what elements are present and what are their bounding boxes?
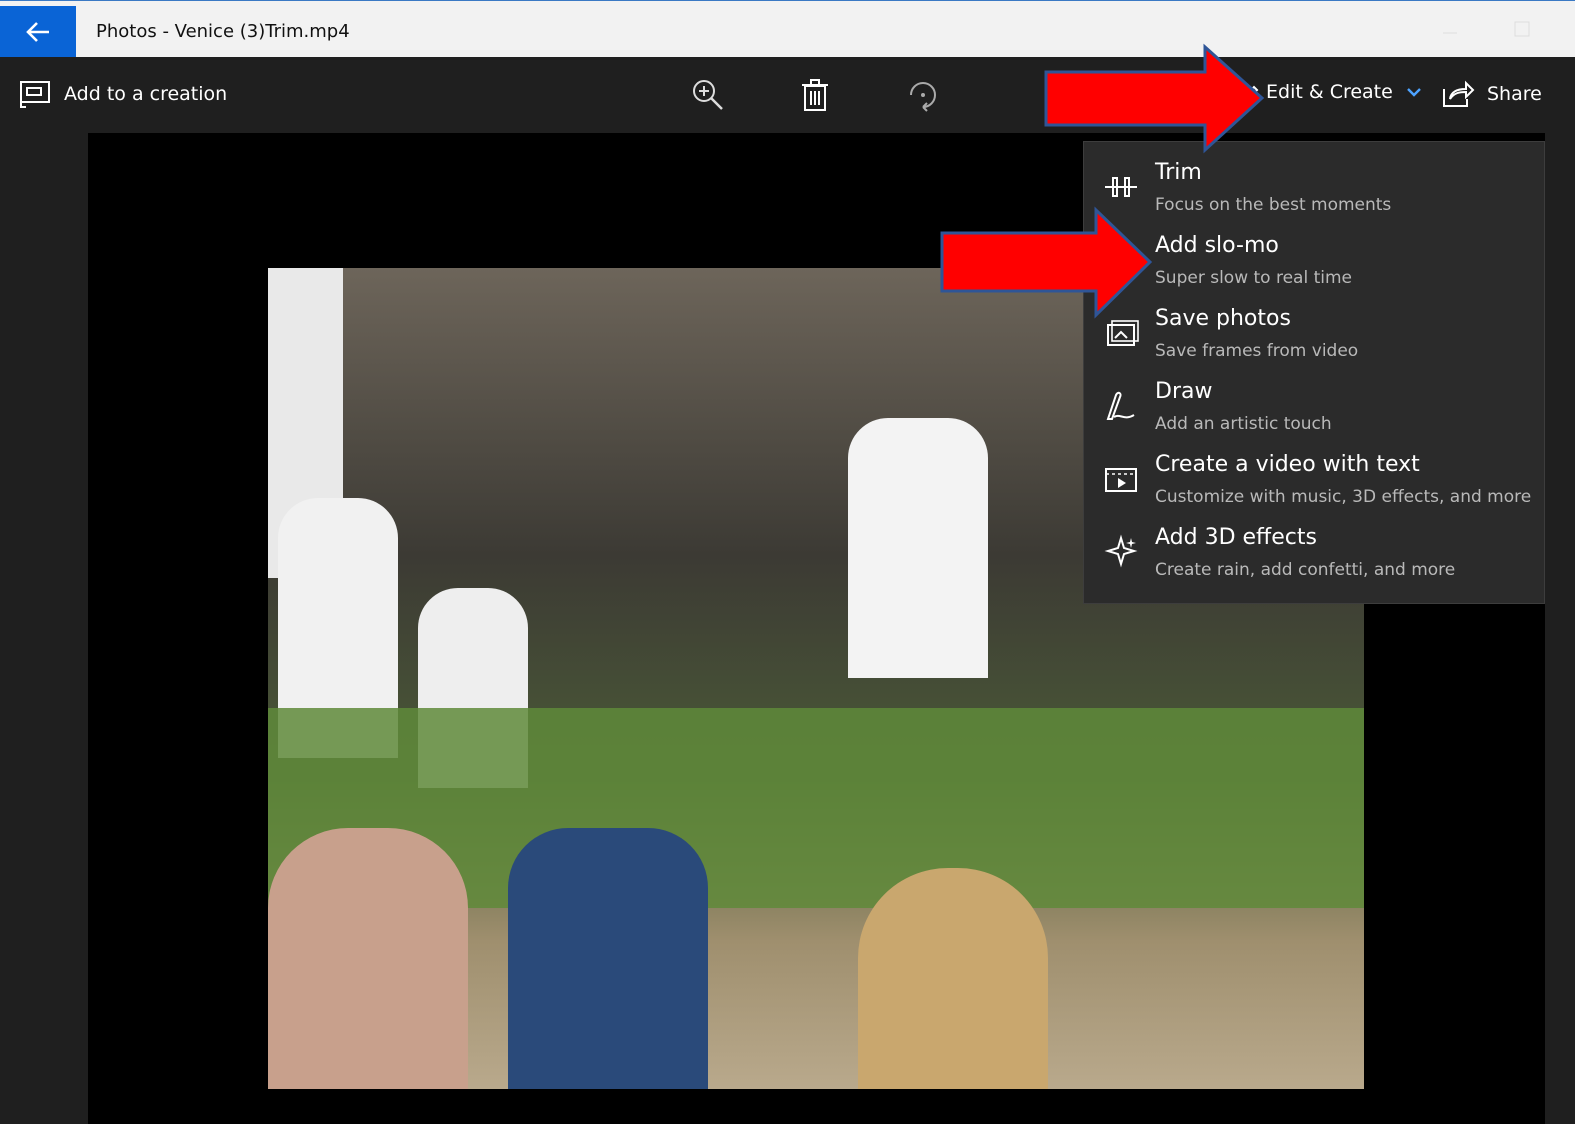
zoom-in-icon[interactable] (690, 77, 726, 113)
menu-subtitle-add-3d-effects: Create rain, add confetti, and more (1155, 560, 1456, 580)
window-title: Photos - Venice (3)Trim.mp4 (96, 21, 350, 42)
spectator-shirt (508, 828, 708, 1089)
maximize-icon (1514, 21, 1530, 37)
menu-subtitle-add-slo-mo: Super slow to real time (1155, 268, 1352, 288)
menu-title-add-3d-effects: Add 3D effects (1155, 525, 1317, 550)
annotation-arrow-edit-create (1044, 43, 1265, 154)
menu-subtitle-save-photos: Save frames from video (1155, 341, 1359, 361)
back-arrow-icon (26, 22, 49, 42)
title-bar: Photos - Venice (3)Trim.mp4 (0, 0, 1575, 58)
minimize-button[interactable] (1440, 21, 1460, 37)
add-to-creation-icon (20, 81, 50, 108)
spectator-blonde (858, 868, 1048, 1089)
menu-item-add-3d-effects[interactable]: Add 3D effects Create rain, add confetti… (1084, 519, 1544, 592)
share-icon (1443, 80, 1475, 107)
video-text-icon (1105, 468, 1137, 492)
share-button[interactable]: Share (1441, 79, 1542, 109)
draw-icon (1106, 391, 1135, 420)
edit-create-label: Edit & Create (1266, 81, 1393, 103)
minimize-icon (1443, 32, 1457, 34)
trim-icon (1105, 177, 1137, 197)
add-to-creation-label: Add to a creation (64, 83, 228, 105)
share-label: Share (1487, 83, 1542, 105)
rotate-icon[interactable] (905, 77, 941, 113)
menu-subtitle-trim: Focus on the best moments (1155, 195, 1392, 215)
menu-title-draw: Draw (1155, 379, 1213, 404)
menu-title-create-video-with-text: Create a video with text (1155, 452, 1420, 477)
menu-item-draw[interactable]: Draw Add an artistic touch (1084, 373, 1544, 446)
annotation-arrow-add-slo-mo (940, 206, 1153, 319)
add-to-creation-button[interactable]: Add to a creation (18, 79, 227, 109)
menu-subtitle-create-video-with-text: Customize with music, 3D effects, and mo… (1155, 487, 1532, 507)
chevron-down-icon (1406, 88, 1421, 97)
back-button[interactable] (0, 6, 76, 58)
3d-effects-icon (1104, 534, 1138, 568)
toolbar: Add to a creation Edit & Create Share (0, 57, 1575, 133)
musician-violin (848, 418, 988, 678)
maximize-button[interactable] (1512, 21, 1532, 37)
spectator-man (268, 828, 468, 1089)
menu-title-add-slo-mo: Add slo-mo (1155, 233, 1279, 258)
menu-title-save-photos: Save photos (1155, 306, 1291, 331)
menu-subtitle-draw: Add an artistic touch (1155, 414, 1332, 434)
delete-icon[interactable] (800, 77, 830, 113)
menu-item-create-video-with-text[interactable]: Create a video with text Customize with … (1084, 446, 1544, 519)
menu-title-trim: Trim (1155, 160, 1202, 185)
